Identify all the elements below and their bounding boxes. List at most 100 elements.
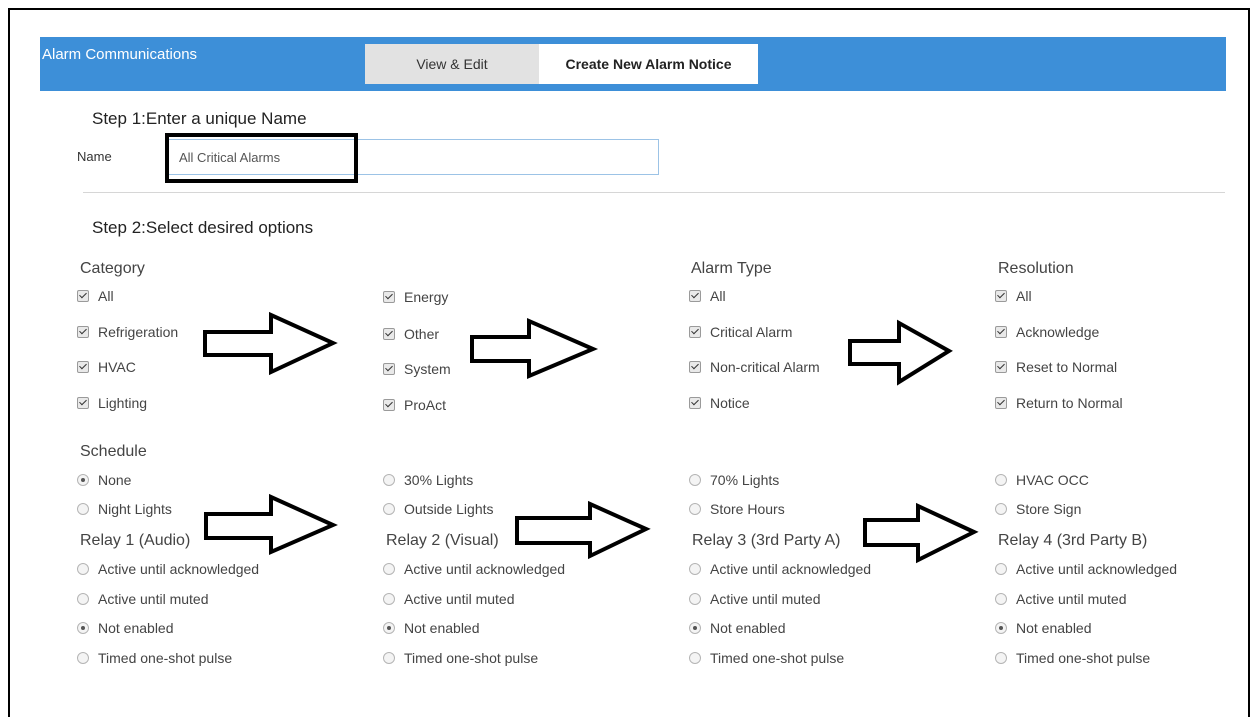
category-checkbox-other[interactable]: Other <box>383 326 439 342</box>
checkbox-checked-icon <box>77 326 89 338</box>
right-arrow-icon <box>863 502 979 564</box>
schedule-radio-store-sign[interactable]: Store Sign <box>995 501 1081 517</box>
resolution-checkbox-return-to-normal[interactable]: Return to Normal <box>995 395 1123 411</box>
relay-4-radio-not-enabled[interactable]: Not enabled <box>995 620 1092 636</box>
resolution-checkbox-reset-to-normal[interactable]: Reset to Normal <box>995 359 1117 375</box>
radio-unselected-icon <box>383 652 395 664</box>
relay-1-radio-active-until-acknowledged[interactable]: Active until acknowledged <box>77 561 259 577</box>
schedule-radio-70-lights[interactable]: 70% Lights <box>689 472 779 488</box>
checkbox-checked-icon <box>689 290 701 302</box>
option-label: Notice <box>710 395 750 411</box>
radio-selected-icon <box>995 622 1007 634</box>
relay-3-radio-active-until-muted[interactable]: Active until muted <box>689 591 821 607</box>
header-bar: Alarm Communications View & Edit Create … <box>40 37 1226 91</box>
radio-unselected-icon <box>383 563 395 575</box>
option-label: HVAC <box>98 359 136 375</box>
radio-unselected-icon <box>995 563 1007 575</box>
relay-4-radio-active-until-acknowledged[interactable]: Active until acknowledged <box>995 561 1177 577</box>
category-checkbox-system[interactable]: System <box>383 361 451 377</box>
radio-unselected-icon <box>77 593 89 605</box>
option-label: All <box>98 288 114 304</box>
schedule-radio-none[interactable]: None <box>77 472 131 488</box>
resolution-checkbox-all[interactable]: All <box>995 288 1032 304</box>
option-label: All <box>710 288 726 304</box>
resolution-checkbox-acknowledge[interactable]: Acknowledge <box>995 324 1099 340</box>
option-label: System <box>404 361 451 377</box>
relay-1-radio-timed-one-shot-pulse[interactable]: Timed one-shot pulse <box>77 650 232 666</box>
alarm-type-checkbox-notice[interactable]: Notice <box>689 395 750 411</box>
category-checkbox-energy[interactable]: Energy <box>383 289 448 305</box>
schedule-radio-store-hours[interactable]: Store Hours <box>689 501 785 517</box>
category-checkbox-lighting[interactable]: Lighting <box>77 395 147 411</box>
relay-2-radio-active-until-acknowledged[interactable]: Active until acknowledged <box>383 561 565 577</box>
radio-unselected-icon <box>77 563 89 575</box>
option-label: Active until muted <box>710 591 821 607</box>
relay-1-radio-active-until-muted[interactable]: Active until muted <box>77 591 209 607</box>
checkbox-checked-icon <box>383 291 395 303</box>
checkbox-checked-icon <box>77 397 89 409</box>
checkbox-checked-icon <box>383 363 395 375</box>
relay-3-radio-not-enabled[interactable]: Not enabled <box>689 620 786 636</box>
option-label: ProAct <box>404 397 447 413</box>
schedule-radio-night-lights[interactable]: Night Lights <box>77 501 172 517</box>
relay-3-radio-active-until-acknowledged[interactable]: Active until acknowledged <box>689 561 871 577</box>
relay-2-title: Relay 2 (Visual) <box>386 532 499 549</box>
option-label: Timed one-shot pulse <box>98 650 233 666</box>
checkbox-checked-icon <box>995 397 1007 409</box>
option-label: Timed one-shot pulse <box>1016 650 1151 666</box>
category-checkbox-all[interactable]: All <box>77 288 114 304</box>
schedule-radio-hvac-occ[interactable]: HVAC OCC <box>995 472 1089 488</box>
name-input[interactable] <box>166 139 659 175</box>
option-label: Lighting <box>98 395 148 411</box>
option-label: Active until acknowledged <box>710 561 872 577</box>
alarm-type-checkbox-all[interactable]: All <box>689 288 726 304</box>
alarm-type-checkbox-non-critical[interactable]: Non-critical Alarm <box>689 359 820 375</box>
category-title: Category <box>80 260 145 277</box>
tab-create-new-alarm-notice[interactable]: Create New Alarm Notice <box>539 44 758 84</box>
category-checkbox-proact[interactable]: ProAct <box>383 397 446 413</box>
relay-4-radio-timed-one-shot-pulse[interactable]: Timed one-shot pulse <box>995 650 1150 666</box>
option-label: Active until acknowledged <box>98 561 260 577</box>
checkbox-checked-icon <box>689 326 701 338</box>
schedule-radio-30-lights[interactable]: 30% Lights <box>383 472 473 488</box>
radio-unselected-icon <box>689 474 701 486</box>
radio-unselected-icon <box>689 563 701 575</box>
radio-selected-icon <box>77 622 89 634</box>
option-label: Critical Alarm <box>710 324 793 340</box>
checkbox-checked-icon <box>77 290 89 302</box>
option-label: Acknowledge <box>1016 324 1100 340</box>
right-arrow-icon <box>515 500 651 560</box>
option-label: Active until muted <box>404 591 515 607</box>
radio-unselected-icon <box>995 652 1007 664</box>
option-label: Outside Lights <box>404 501 494 517</box>
option-label: Timed one-shot pulse <box>710 650 845 666</box>
option-label: Non-critical Alarm <box>710 359 820 375</box>
relay-2-radio-timed-one-shot-pulse[interactable]: Timed one-shot pulse <box>383 650 538 666</box>
radio-unselected-icon <box>383 593 395 605</box>
category-checkbox-refrigeration[interactable]: Refrigeration <box>77 324 178 340</box>
option-label: Reset to Normal <box>1016 359 1118 375</box>
relay-3-title: Relay 3 (3rd Party A) <box>692 532 841 549</box>
tab-view-edit[interactable]: View & Edit <box>365 44 539 84</box>
category-checkbox-hvac[interactable]: HVAC <box>77 359 136 375</box>
name-label: Name <box>77 149 112 164</box>
schedule-radio-outside-lights[interactable]: Outside Lights <box>383 501 494 517</box>
option-label: Active until acknowledged <box>1016 561 1178 577</box>
alarm-type-checkbox-critical[interactable]: Critical Alarm <box>689 324 792 340</box>
option-label: Active until acknowledged <box>404 561 566 577</box>
checkbox-checked-icon <box>383 399 395 411</box>
relay-1-radio-not-enabled[interactable]: Not enabled <box>77 620 174 636</box>
relay-4-radio-active-until-muted[interactable]: Active until muted <box>995 591 1127 607</box>
relay-2-radio-not-enabled[interactable]: Not enabled <box>383 620 480 636</box>
option-label: Refrigeration <box>98 324 179 340</box>
radio-selected-icon <box>383 622 395 634</box>
radio-selected-icon <box>689 622 701 634</box>
relay-3-radio-timed-one-shot-pulse[interactable]: Timed one-shot pulse <box>689 650 844 666</box>
option-label: Not enabled <box>404 620 480 636</box>
option-label: Night Lights <box>98 501 172 517</box>
right-arrow-icon <box>470 317 599 380</box>
radio-unselected-icon <box>995 593 1007 605</box>
relay-2-radio-active-until-muted[interactable]: Active until muted <box>383 591 515 607</box>
option-label: Return to Normal <box>1016 395 1123 411</box>
radio-unselected-icon <box>689 652 701 664</box>
